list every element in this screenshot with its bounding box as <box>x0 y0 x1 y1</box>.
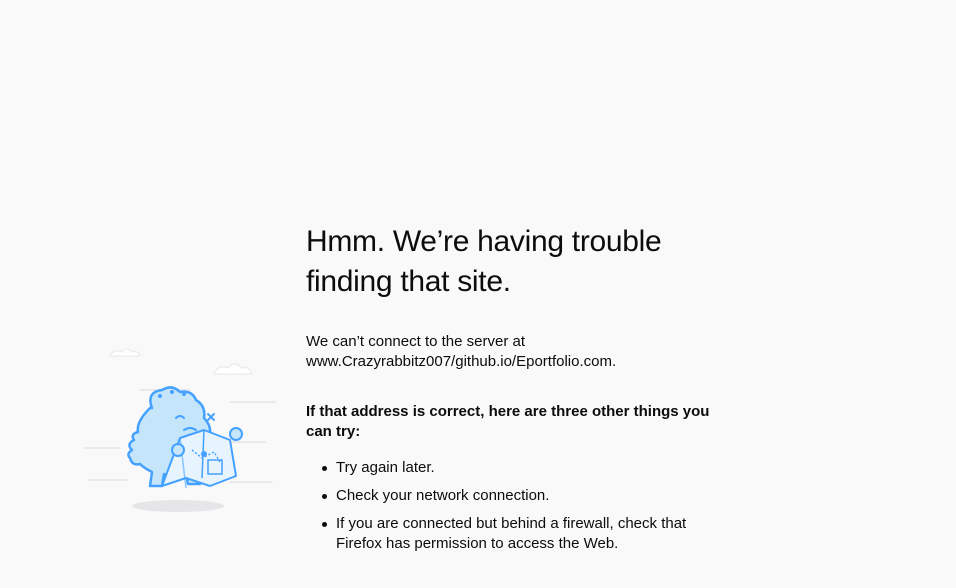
description-line-1: We can’t connect to the server at <box>306 333 526 350</box>
server-address: www.Crazyrabbitz007/github.io/Eportfolio… <box>306 353 617 370</box>
list-item: Check your network connection. <box>306 486 716 506</box>
page-title: Hmm. We’re having trouble finding that s… <box>306 225 662 298</box>
error-description: We can’t connect to the server at www.Cr… <box>306 332 716 372</box>
cloud-icon <box>109 348 253 375</box>
suggestion-text: Check your network connection. <box>336 487 550 504</box>
error-content: Hmm. We’re having trouble finding that s… <box>306 222 716 562</box>
list-item: If you are connected but behind a firewa… <box>306 514 716 554</box>
bullet-icon <box>322 494 327 499</box>
bullet-icon <box>322 522 327 527</box>
suggestions-heading: If that address is correct, here are thr… <box>306 403 710 440</box>
list-item: Try again later. <box>306 458 716 478</box>
bullet-icon <box>322 466 327 471</box>
lost-map-dinosaur-icon <box>83 348 276 512</box>
suggestions-list: Try again later. Check your network conn… <box>306 458 716 554</box>
suggestion-text: If you are connected but behind a firewa… <box>336 515 687 552</box>
error-page: Hmm. We’re having trouble finding that s… <box>0 0 956 588</box>
suggestion-text: Try again later. <box>336 459 435 476</box>
